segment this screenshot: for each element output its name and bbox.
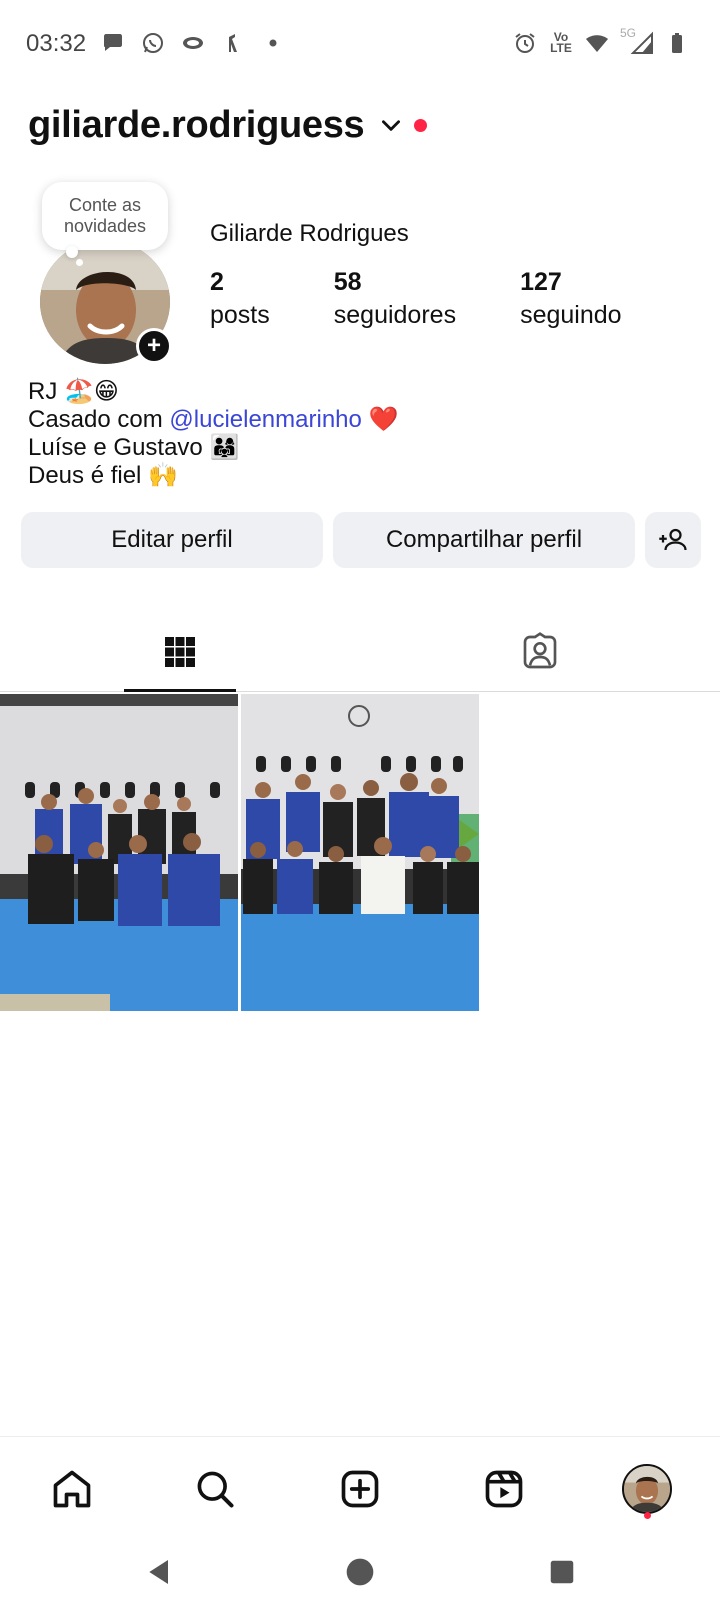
stat-following-label: seguindo xyxy=(520,301,622,329)
add-story-button[interactable]: + xyxy=(136,328,172,364)
network-label: 5G xyxy=(620,26,637,40)
edit-profile-button[interactable]: Editar perfil xyxy=(21,512,323,568)
whatsapp-icon xyxy=(140,30,166,56)
bio-line-3: Luíse e Gustavo 👨‍👩‍👧 xyxy=(28,434,240,461)
chevron-down-icon[interactable] xyxy=(378,112,404,138)
stat-following-value: 127 xyxy=(520,268,562,296)
nav-search[interactable] xyxy=(183,1457,247,1521)
message-icon xyxy=(100,30,126,56)
shoe-app-icon xyxy=(220,30,246,56)
notification-dot xyxy=(414,118,428,132)
wifi-icon xyxy=(584,30,610,56)
signal-icon: 5G xyxy=(620,26,654,56)
post-photo-2[interactable] xyxy=(241,694,479,1011)
username-header[interactable]: giliarde.rodriguess xyxy=(28,100,428,150)
search-icon xyxy=(197,1471,234,1508)
back-button[interactable] xyxy=(140,1552,180,1592)
recents-square-icon xyxy=(550,1560,574,1584)
grid-icon xyxy=(165,637,195,667)
status-bar: 03:32 Vo LTE 5G xyxy=(0,0,720,88)
nav-home[interactable] xyxy=(40,1457,104,1521)
profile-notification-dot xyxy=(644,1512,651,1519)
stat-posts-label: posts xyxy=(210,301,270,329)
volte-label-2: LTE xyxy=(550,41,572,55)
username-label[interactable]: giliarde.rodriguess xyxy=(28,104,365,147)
tab-grid[interactable] xyxy=(124,612,236,692)
volte-icon: Vo LTE xyxy=(548,30,574,56)
stat-followers[interactable]: 58 seguidores xyxy=(334,268,456,330)
note-bubble[interactable]: Conte as novidades xyxy=(42,182,168,250)
profile-tabs xyxy=(0,612,720,692)
home-circle-icon xyxy=(346,1558,374,1586)
back-triangle-icon xyxy=(149,1560,168,1584)
reels-icon xyxy=(485,1470,523,1508)
battery-icon xyxy=(664,30,690,56)
stat-posts[interactable]: 2 posts xyxy=(210,268,270,330)
system-navigation-bar xyxy=(0,1540,720,1600)
note-bubble-tail-dot xyxy=(66,246,78,258)
recents-button[interactable] xyxy=(542,1552,582,1592)
profile-stats: 2 posts 58 seguidores 127 seguindo xyxy=(210,268,686,330)
active-tab-indicator xyxy=(124,689,236,692)
add-person-button[interactable] xyxy=(645,512,701,568)
profile-actions: Editar perfil Compartilhar perfil xyxy=(21,512,701,568)
post-photo-1[interactable] xyxy=(0,694,238,1011)
profile-avatar-small xyxy=(622,1464,672,1514)
status-left-icons xyxy=(100,30,286,56)
bio-line-1: RJ 🏖️😁 xyxy=(28,378,119,405)
share-profile-button[interactable]: Compartilhar perfil xyxy=(333,512,635,568)
bio-line-2-prefix: Casado com xyxy=(28,406,170,433)
stat-followers-label: seguidores xyxy=(333,301,457,329)
status-right-icons: Vo LTE 5G xyxy=(512,26,690,56)
status-time: 03:32 xyxy=(26,30,87,57)
eye-app-icon xyxy=(180,30,206,56)
create-icon xyxy=(341,1470,379,1508)
bio-line-2: Casado com @lucielenmarinho ❤️ xyxy=(28,406,398,434)
display-name: Giliarde Rodrigues xyxy=(210,220,409,247)
home-button[interactable] xyxy=(340,1552,380,1592)
tab-tagged[interactable] xyxy=(484,612,596,692)
stat-following[interactable]: 127 seguindo xyxy=(520,268,621,330)
home-icon xyxy=(53,1470,91,1508)
bio-line-2-suffix: ❤️ xyxy=(361,406,399,433)
nav-reels[interactable] xyxy=(472,1457,536,1521)
tagged-icon xyxy=(523,632,557,669)
more-dot-icon xyxy=(260,30,286,56)
note-bubble-tail-dot-small xyxy=(76,259,83,266)
nav-create[interactable] xyxy=(328,1457,392,1521)
add-person-icon xyxy=(659,528,687,551)
stat-followers-value: 58 xyxy=(333,268,362,296)
bio-mention-link[interactable]: @lucielenmarinho xyxy=(169,406,361,433)
nav-profile[interactable] xyxy=(615,1457,679,1521)
bio-line-4: Deus é fiel 🙌 xyxy=(28,462,178,489)
bio: RJ 🏖️😁 Casado com @lucielenmarinho ❤️ Lu… xyxy=(28,378,398,490)
alarm-icon xyxy=(512,30,538,56)
profile-avatar-container[interactable]: + xyxy=(40,240,172,364)
bottom-nav xyxy=(0,1436,720,1540)
stat-posts-value: 2 xyxy=(210,268,224,296)
